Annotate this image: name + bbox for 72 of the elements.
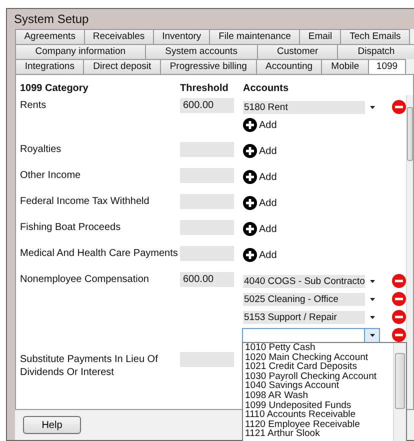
caret-icon[interactable] — [370, 334, 374, 336]
tab[interactable]: 1099 — [368, 59, 406, 74]
tab[interactable]: File maintenance — [209, 29, 300, 44]
threshold-field[interactable] — [180, 352, 234, 367]
remove-icon[interactable] — [392, 292, 406, 306]
caret-icon[interactable] — [370, 298, 374, 300]
tab[interactable]: Company information — [15, 44, 146, 59]
plus-icon[interactable] — [243, 196, 257, 210]
tab[interactable]: Mobile — [321, 59, 369, 74]
tab[interactable]: Tech Emails — [340, 29, 410, 44]
tab[interactable]: Direct deposit — [83, 59, 161, 74]
column-header: Accounts — [243, 83, 289, 94]
window-title: System Setup — [14, 12, 89, 26]
account-dropdown[interactable] — [242, 328, 380, 342]
column-header: 1099 Category — [20, 83, 90, 94]
caret-icon[interactable] — [370, 106, 374, 108]
caret-icon[interactable] — [370, 316, 374, 318]
plus-icon[interactable] — [243, 248, 257, 262]
tab[interactable]: Inventory — [152, 29, 210, 44]
plus-icon[interactable] — [243, 144, 257, 158]
tab[interactable]: System accounts — [144, 44, 258, 59]
category-label: Royalties — [20, 143, 62, 157]
category-label: Medical And Health Care Payments — [20, 247, 179, 261]
dropdown-option[interactable]: 1020 Main Checking Account — [243, 352, 393, 362]
threshold-field[interactable] — [180, 168, 234, 183]
tab[interactable]: Customer — [256, 44, 338, 59]
tab[interactable]: Accounting — [256, 59, 322, 74]
category-label: Substitute Payments In Lieu Of Dividends Or Interest — [20, 353, 159, 379]
dropdown-option[interactable]: 1021 Credit Card Deposits — [243, 362, 393, 372]
vertical-scrollbar[interactable] — [406, 95, 413, 409]
threshold-field[interactable]: 600.00 — [180, 98, 234, 113]
column-header: Threshold — [180, 83, 230, 94]
category-label: Nonemployee Compensation — [20, 273, 150, 287]
add-button[interactable]: Add — [243, 142, 277, 160]
dropdown-scrollbar[interactable] — [393, 343, 406, 441]
dropdown-option[interactable]: 1120 Employee Receivable — [243, 420, 393, 430]
remove-icon[interactable] — [392, 310, 406, 324]
add-button[interactable]: Add — [243, 168, 277, 186]
tab[interactable]: Progressive billing — [160, 59, 257, 74]
tab[interactable]: Integrations — [15, 59, 84, 74]
tab[interactable]: Dispatch — [337, 44, 414, 59]
threshold-field[interactable] — [180, 142, 234, 157]
category-label: Fishing Boat Proceeds — [20, 221, 122, 235]
tab[interactable]: Receivables — [84, 29, 154, 44]
plus-icon[interactable] — [243, 222, 257, 236]
caret-icon[interactable] — [370, 280, 374, 282]
add-button[interactable]: Add — [243, 116, 406, 134]
category-label: Federal Income Tax Withheld — [20, 195, 150, 209]
dropdown-option[interactable]: 1030 Payroll Checking Account — [243, 372, 393, 382]
threshold-field[interactable]: 600.00 — [180, 272, 234, 287]
plus-icon[interactable] — [243, 170, 257, 184]
add-button[interactable]: Add — [243, 246, 277, 264]
help-button[interactable]: Help — [23, 416, 81, 434]
dropdown-option[interactable]: 1010 Petty Cash — [243, 343, 393, 353]
add-button[interactable]: Add — [243, 194, 277, 212]
threshold-field[interactable] — [180, 194, 234, 209]
dropdown-option[interactable]: 1040 Savings Account — [243, 381, 393, 391]
plus-icon[interactable] — [243, 118, 257, 132]
category-label: Other Income — [20, 169, 82, 183]
dropdown-option[interactable]: 1121 Arthur Slook — [243, 429, 393, 439]
remove-icon[interactable] — [392, 100, 406, 114]
dropdown-option[interactable]: 1098 AR Wash — [243, 390, 393, 401]
threshold-field[interactable] — [180, 246, 234, 261]
dropdown-option[interactable]: 1099 Undeposited Funds — [243, 400, 393, 410]
category-label: Rents — [20, 99, 48, 113]
tab[interactable]: Email — [299, 29, 342, 44]
remove-icon[interactable] — [392, 328, 406, 342]
add-button[interactable]: Add — [243, 220, 277, 238]
remove-icon[interactable] — [392, 274, 406, 288]
dropdown-option[interactable]: 1110 Accounts Receivable — [243, 410, 393, 420]
tab[interactable]: Agreements — [15, 29, 85, 44]
threshold-field[interactable] — [180, 220, 234, 235]
